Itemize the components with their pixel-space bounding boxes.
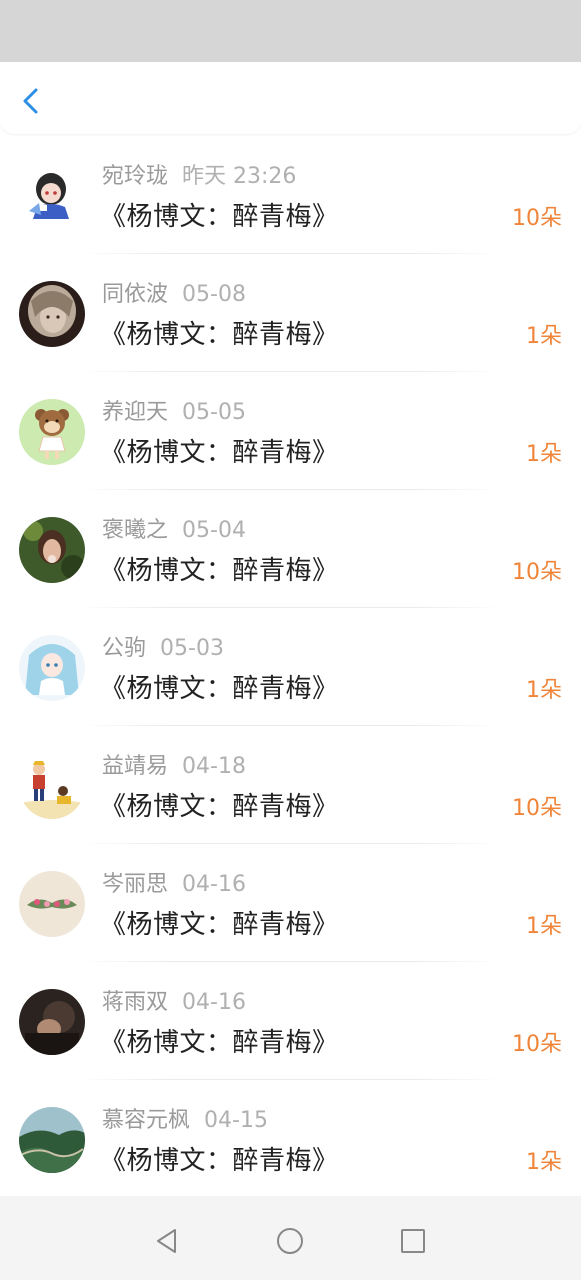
flower-count: 1朵 xyxy=(526,324,562,349)
sender-name: 岑丽思 xyxy=(102,872,169,897)
avatar[interactable] xyxy=(19,871,85,937)
list-item[interactable]: 蒋雨双 04-16 《杨博文：醉青梅》 10朵 xyxy=(0,962,581,1080)
gift-meta: 岑丽思 04-16 xyxy=(102,866,246,898)
list-item[interactable]: 宛玲珑 昨天 23:26 《杨博文：醉青梅》 10朵 xyxy=(0,136,581,254)
avatar[interactable] xyxy=(19,635,85,701)
work-title[interactable]: 《杨博文：醉青梅》 xyxy=(100,1140,339,1177)
work-title[interactable]: 《杨博文：醉青梅》 xyxy=(100,550,339,587)
nav-home-button[interactable] xyxy=(275,1226,305,1256)
gift-time: 昨天 23:26 xyxy=(182,164,297,189)
gift-time: 05-04 xyxy=(182,518,246,543)
work-title[interactable]: 《杨博文：醉青梅》 xyxy=(100,196,339,233)
list-item[interactable]: 褒曦之 05-04 《杨博文：醉青梅》 10朵 xyxy=(0,490,581,608)
chevron-left-icon xyxy=(23,88,38,114)
great-wall-avatar xyxy=(19,1107,85,1173)
gift-time: 04-16 xyxy=(182,872,246,897)
work-title[interactable]: 《杨博文：醉青梅》 xyxy=(100,432,339,469)
recent-square-icon xyxy=(401,1229,425,1253)
gift-meta: 公驹 05-03 xyxy=(102,630,224,662)
avatar[interactable] xyxy=(19,989,85,1055)
nav-back-button[interactable] xyxy=(152,1226,182,1256)
flower-count: 1朵 xyxy=(526,1150,562,1175)
list-item[interactable]: 同依波 05-08 《杨博文：醉青梅》 1朵 xyxy=(0,254,581,372)
list-item[interactable]: 益靖易 04-18 《杨博文：醉青梅》 10朵 xyxy=(0,726,581,844)
flower-count: 10朵 xyxy=(512,206,562,231)
portrait-avatar xyxy=(19,281,85,347)
nav-recent-button[interactable] xyxy=(398,1226,428,1256)
gift-meta: 蒋雨双 04-16 xyxy=(102,984,246,1016)
flower-count: 1朵 xyxy=(526,914,562,939)
work-title[interactable]: 《杨博文：醉青梅》 xyxy=(100,786,339,823)
photo-girl-avatar xyxy=(19,517,85,583)
dark-photo-avatar xyxy=(19,989,85,1055)
gift-time: 04-16 xyxy=(182,990,246,1015)
list-item[interactable]: 养迎天 05-05 《杨博文：醉青梅》 1朵 xyxy=(0,372,581,490)
gift-list: 宛玲珑 昨天 23:26 《杨博文：醉青梅》 10朵 同依波 05-08 《杨博文：… xyxy=(0,136,581,1198)
gift-time: 05-03 xyxy=(160,636,224,661)
back-button[interactable] xyxy=(14,84,48,118)
cartoon-bear-avatar xyxy=(19,399,85,465)
work-title[interactable]: 《杨博文：醉青梅》 xyxy=(100,904,339,941)
flower-count: 1朵 xyxy=(526,678,562,703)
avatar[interactable] xyxy=(19,399,85,465)
flower-count: 10朵 xyxy=(512,796,562,821)
status-bar xyxy=(0,0,581,62)
gift-meta: 养迎天 05-05 xyxy=(102,394,246,426)
gift-time: 04-18 xyxy=(182,754,246,779)
flower-count: 1朵 xyxy=(526,442,562,467)
gift-meta: 褒曦之 05-04 xyxy=(102,512,246,544)
sender-name: 同依波 xyxy=(102,282,169,307)
gift-time: 05-08 xyxy=(182,282,246,307)
flower-count: 10朵 xyxy=(512,1032,562,1057)
list-item[interactable]: 慕容元枫 04-15 《杨博文：醉青梅》 1朵 xyxy=(0,1080,581,1198)
header xyxy=(0,62,581,134)
flower-count: 10朵 xyxy=(512,560,562,585)
avatar[interactable] xyxy=(19,163,85,229)
sender-name: 养迎天 xyxy=(102,400,169,425)
sender-name: 慕容元枫 xyxy=(102,1108,191,1133)
sender-name: 褒曦之 xyxy=(102,518,169,543)
back-triangle-icon xyxy=(157,1229,176,1253)
system-nav-bar xyxy=(0,1196,581,1280)
avatar[interactable] xyxy=(19,517,85,583)
gift-time: 04-15 xyxy=(204,1108,268,1133)
gift-meta: 益靖易 04-18 xyxy=(102,748,246,780)
cartoon-kids-avatar xyxy=(19,753,85,819)
sender-name: 蒋雨双 xyxy=(102,990,169,1015)
sender-name: 益靖易 xyxy=(102,754,169,779)
home-circle-icon xyxy=(277,1228,303,1254)
gift-time: 05-05 xyxy=(182,400,246,425)
list-item[interactable]: 岑丽思 04-16 《杨博文：醉青梅》 1朵 xyxy=(0,844,581,962)
work-title[interactable]: 《杨博文：醉青梅》 xyxy=(100,314,339,351)
list-item[interactable]: 公驹 05-03 《杨博文：醉青梅》 1朵 xyxy=(0,608,581,726)
work-title[interactable]: 《杨博文：醉青梅》 xyxy=(100,668,339,705)
anime-girl-avatar xyxy=(19,163,85,229)
avatar[interactable] xyxy=(19,753,85,819)
gift-meta: 慕容元枫 04-15 xyxy=(102,1102,268,1134)
gift-meta: 同依波 05-08 xyxy=(102,276,246,308)
sender-name: 宛玲珑 xyxy=(102,164,169,189)
gift-meta: 宛玲珑 昨天 23:26 xyxy=(102,158,296,190)
avatar[interactable] xyxy=(19,281,85,347)
avatar[interactable] xyxy=(19,1107,85,1173)
sender-name: 公驹 xyxy=(102,636,147,661)
flower-mustache-avatar xyxy=(19,871,85,937)
anime-blue-hair-avatar xyxy=(19,635,85,701)
work-title[interactable]: 《杨博文：醉青梅》 xyxy=(100,1022,339,1059)
